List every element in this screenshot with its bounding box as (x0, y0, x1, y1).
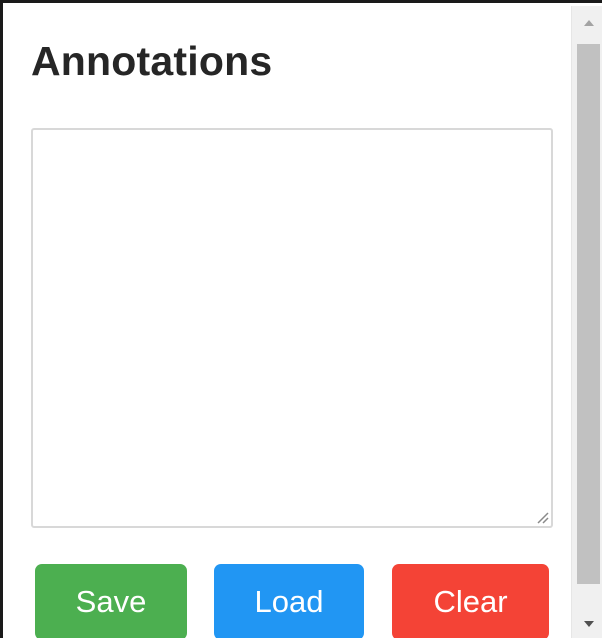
save-button[interactable]: Save (35, 564, 187, 638)
annotations-textarea[interactable] (31, 128, 553, 528)
load-button[interactable]: Load (214, 564, 364, 638)
scroll-thumb[interactable] (577, 44, 600, 584)
arrow-down-icon (583, 621, 594, 627)
annotations-window: Annotations Save Load Clear (0, 0, 602, 638)
annotations-panel: Annotations Save Load Clear (6, 6, 571, 638)
vertical-scrollbar[interactable] (571, 6, 602, 638)
scroll-down-button[interactable] (572, 607, 602, 638)
scroll-up-button[interactable] (572, 6, 602, 40)
arrow-up-icon (583, 20, 594, 26)
clear-button[interactable]: Clear (392, 564, 549, 638)
panel-title: Annotations (31, 38, 273, 84)
